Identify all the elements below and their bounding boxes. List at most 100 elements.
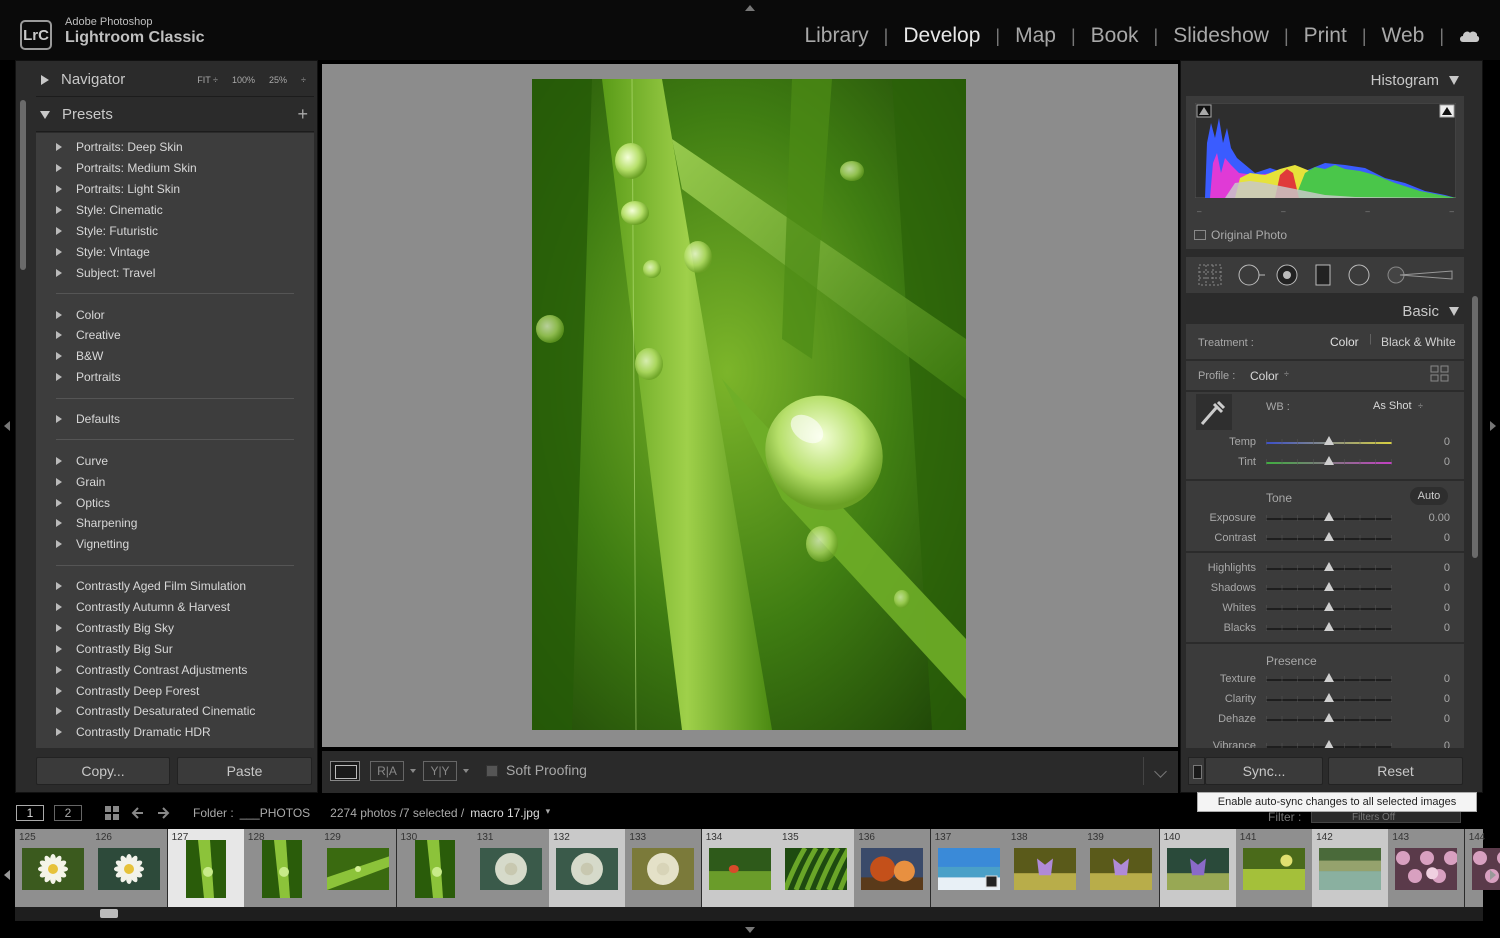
copy-settings-button[interactable]: Copy... <box>36 757 170 785</box>
zoom-25[interactable]: 25% <box>269 75 287 85</box>
loupe-view-icon[interactable] <box>330 761 360 781</box>
filmstrip-cell[interactable]: 138 <box>1006 829 1083 907</box>
soft-proofing-checkbox[interactable] <box>486 765 498 777</box>
reset-button[interactable]: Reset <box>1328 757 1463 785</box>
preset-item[interactable]: Optics <box>36 492 314 513</box>
collapse-filmstrip-arrow[interactable] <box>745 927 755 933</box>
original-photo-checkbox[interactable] <box>1194 230 1206 240</box>
preset-item[interactable]: Contrastly Big Sur <box>36 638 314 659</box>
sync-button[interactable]: Sync... <box>1205 757 1323 785</box>
filmstrip-scrollbar[interactable] <box>15 907 1483 921</box>
temp-slider-thumb[interactable] <box>1324 436 1334 445</box>
dehaze-value[interactable]: 0 <box>1410 713 1450 725</box>
photo-thumbnail[interactable] <box>1471 848 1500 890</box>
preset-item[interactable]: Defaults <box>36 409 314 430</box>
radial-filter-icon[interactable] <box>1348 264 1370 286</box>
histogram-graph[interactable] <box>1195 103 1456 198</box>
before-after-left-right-icon[interactable]: R|A <box>370 761 404 781</box>
collapse-right-panel-arrow[interactable] <box>1490 421 1496 431</box>
whites-slider-thumb[interactable] <box>1324 602 1334 611</box>
original-photo-toggle[interactable]: Original Photo <box>1194 228 1287 242</box>
photo-thumbnail[interactable] <box>327 848 390 890</box>
filename-caret-icon[interactable]: ▾ <box>546 806 551 820</box>
filmstrip-cell[interactable]: 130 <box>396 829 473 907</box>
preset-item[interactable]: Contrastly Aged Film Simulation <box>36 576 314 597</box>
clarity-slider-thumb[interactable] <box>1324 693 1334 702</box>
filmstrip-cell[interactable]: 144 <box>1464 829 1500 907</box>
photo-thumbnail[interactable] <box>1166 848 1229 890</box>
preset-item[interactable]: Portraits: Light Skin <box>36 179 314 200</box>
filmstrip-cell[interactable]: 127 <box>167 829 244 907</box>
filmstrip-cell[interactable]: 135 <box>778 829 854 907</box>
filmstrip-cell[interactable]: 142 <box>1312 829 1389 907</box>
preset-item[interactable]: Sharpening <box>36 513 314 534</box>
shadows-value[interactable]: 0 <box>1410 582 1450 594</box>
tint-value[interactable]: 0 <box>1410 456 1450 468</box>
texture-value[interactable]: 0 <box>1410 673 1450 685</box>
filter-select[interactable]: Filters Off <box>1311 811 1461 823</box>
brush-slider-icon[interactable] <box>1387 266 1453 284</box>
photo-thumbnail[interactable] <box>1319 848 1382 890</box>
filmstrip-cell[interactable]: 140 <box>1159 829 1236 907</box>
tint-slider-thumb[interactable] <box>1324 456 1334 465</box>
blacks-slider-thumb[interactable] <box>1324 622 1334 631</box>
photo-thumbnail[interactable] <box>185 840 226 898</box>
filmstrip-cell[interactable]: 137 <box>930 829 1007 907</box>
filmstrip-cell[interactable]: 141 <box>1235 829 1312 907</box>
photo-thumbnail[interactable] <box>22 848 84 890</box>
photo-thumbnail[interactable] <box>1013 848 1076 890</box>
graduated-filter-icon[interactable] <box>1315 264 1331 286</box>
eyedropper-icon[interactable] <box>1196 394 1232 430</box>
blacks-value[interactable]: 0 <box>1410 622 1450 634</box>
photo-thumbnail[interactable] <box>632 848 695 890</box>
photo-thumbnail[interactable] <box>556 848 619 890</box>
preset-item[interactable]: Contrastly Big Sky <box>36 617 314 638</box>
preset-item[interactable]: Portraits: Medium Skin <box>36 158 314 179</box>
exposure-slider-thumb[interactable] <box>1324 512 1334 521</box>
module-slideshow[interactable]: Slideshow <box>1158 24 1284 48</box>
profile-caret[interactable]: ÷ <box>1284 369 1289 379</box>
before-after-caret-icon[interactable] <box>463 769 469 773</box>
filmstrip-cell[interactable]: 143 <box>1388 829 1465 907</box>
preset-item[interactable]: Subject: Travel <box>36 262 314 283</box>
photo-thumbnail[interactable] <box>708 848 771 890</box>
preset-item[interactable]: Contrastly Deep Forest <box>36 680 314 701</box>
auto-sync-toggle[interactable] <box>1188 757 1205 785</box>
basic-header[interactable]: Basic <box>1186 296 1461 326</box>
preset-item[interactable]: Portraits: Deep Skin <box>36 137 314 158</box>
presets-header[interactable]: Presets + <box>36 98 314 132</box>
zoom-fit[interactable]: FIT ÷ <box>197 75 218 85</box>
treatment-color-option[interactable]: Color <box>1330 335 1359 349</box>
filmstrip-source-info[interactable]: Folder : ___PHOTOS 2274 photos /7 select… <box>193 806 550 820</box>
contrast-slider-thumb[interactable] <box>1324 532 1334 541</box>
module-print[interactable]: Print <box>1289 24 1362 48</box>
preset-item[interactable]: Style: Vintage <box>36 241 314 262</box>
module-develop[interactable]: Develop <box>888 24 995 48</box>
exposure-value[interactable]: 0.00 <box>1410 512 1450 524</box>
photo-thumbnail[interactable] <box>937 848 1000 890</box>
preset-item[interactable]: Contrastly Contrast Adjustments <box>36 659 314 680</box>
photo-thumbnail[interactable] <box>785 848 847 890</box>
toolbar-content-dropdown[interactable] <box>1143 757 1177 785</box>
dehaze-slider-thumb[interactable] <box>1324 713 1334 722</box>
histogram-header[interactable]: Histogram <box>1186 64 1461 96</box>
navigator-header[interactable]: Navigator FIT ÷ 100% 25% ÷ <box>36 63 314 97</box>
photo-thumbnail[interactable] <box>414 840 455 898</box>
photo-thumbnail[interactable] <box>98 848 161 890</box>
grid-icon[interactable] <box>105 806 119 820</box>
module-web[interactable]: Web <box>1367 24 1440 48</box>
texture-slider-thumb[interactable] <box>1324 673 1334 682</box>
vibrance-slider-thumb[interactable] <box>1324 740 1334 748</box>
main-window-button[interactable]: 1 <box>16 805 44 821</box>
preset-item[interactable]: Style: Cinematic <box>36 200 314 221</box>
photo-thumbnail[interactable] <box>1395 848 1458 890</box>
paste-settings-button[interactable]: Paste <box>177 757 312 785</box>
spot-removal-icon[interactable] <box>1238 264 1265 286</box>
cloud-icon[interactable] <box>1458 29 1480 43</box>
filmstrip-cell[interactable]: 132 <box>549 829 626 907</box>
contrast-value[interactable]: 0 <box>1410 532 1450 544</box>
crop-icon[interactable] <box>1198 264 1222 286</box>
module-library[interactable]: Library <box>789 24 883 48</box>
highlights-value[interactable]: 0 <box>1410 562 1450 574</box>
photo-thumbnail[interactable] <box>479 848 542 890</box>
